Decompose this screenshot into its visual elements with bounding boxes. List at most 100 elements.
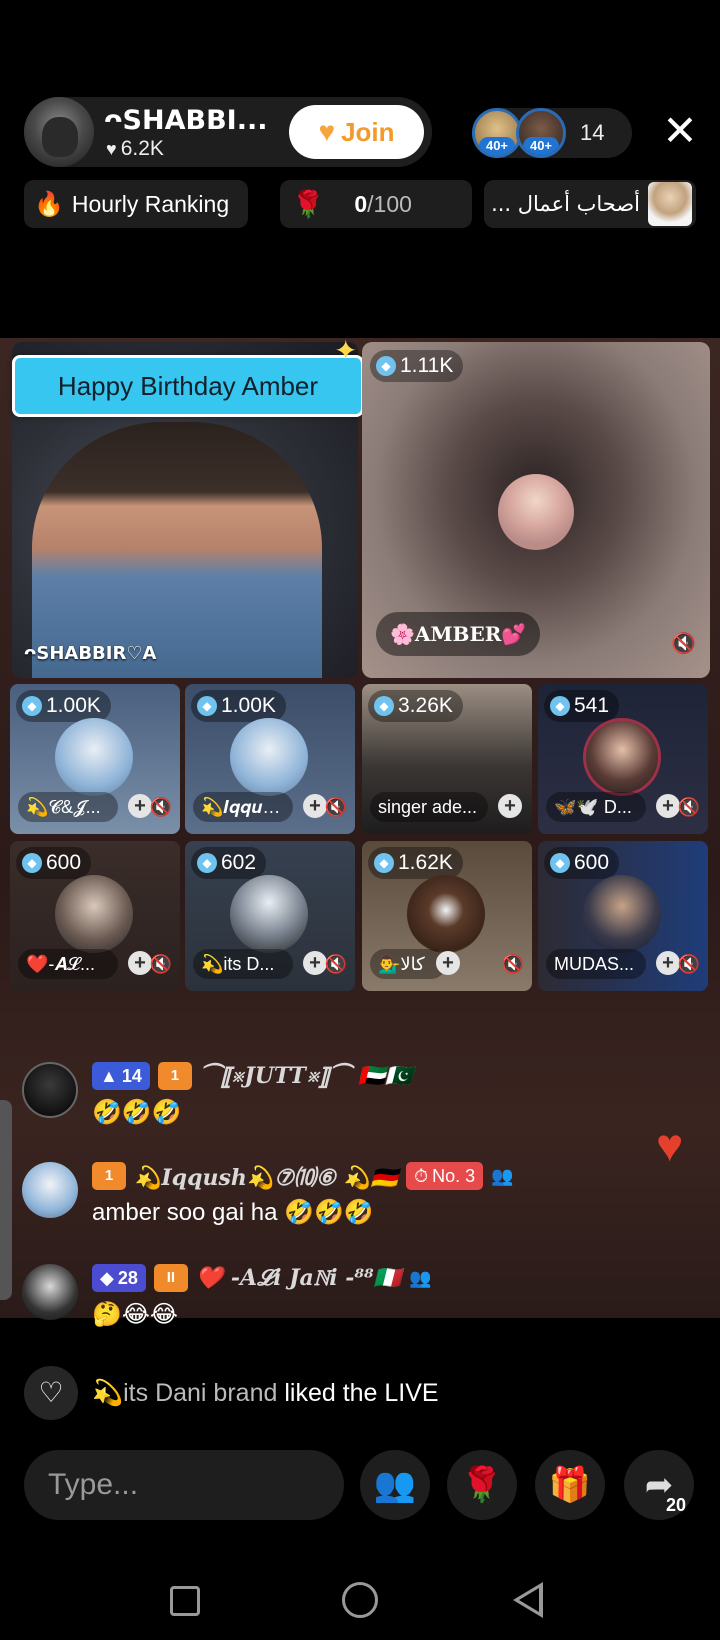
coins-value: 541 [574,694,610,717]
seat-name: MUDAS... [546,949,646,979]
chat-avatar[interactable] [22,1162,78,1218]
guest-seat[interactable]: ◆ 541 🦋🕊️ D... + 🔇 [538,684,708,834]
host-avatar[interactable] [24,97,94,167]
seat-avatar[interactable] [55,875,133,953]
seat-avatar[interactable] [583,875,661,953]
seat-name: 🦋🕊️ D... [546,792,646,822]
diamond-icon: ◆ [374,696,394,716]
guest-seat[interactable]: ◆ 600 ❤️-𝑨𝓛... + 🔇 [10,841,180,991]
mic-muted-icon: 🔇 [149,954,172,974]
hourly-ranking-chip[interactable]: 🔥 Hourly Ranking [24,180,248,228]
coins-badge: ◆ 1.11K [370,350,464,382]
coins-badge: ◆ 600 [16,847,92,879]
diamond-icon: ◆ [22,853,42,873]
chat-text: amber soo gai ha 🤣🤣🤣 [92,1199,374,1226]
viewers-pill[interactable]: 40+ 40+ 14 [472,108,632,158]
guest-seat[interactable]: ◆ 3.26K singer ade... + [362,684,532,834]
add-friend-icon[interactable]: + [128,951,152,975]
follow-user-icon[interactable]: 👥 [409,1268,431,1289]
add-friend-icon[interactable]: + [303,951,327,975]
seat-name: ❤️-𝑨𝓛... [18,949,118,979]
seat-avatar[interactable] [230,718,308,796]
chat-avatar[interactable] [22,1062,78,1118]
host-info-pill[interactable]: ᴖSHABBI... ♥ 6.2K ♥ Join [24,97,432,167]
heart-icon: ♥ [106,139,117,159]
viewer-avatar[interactable]: 40+ [472,108,522,158]
liked-notification: ♡ 💫its Dani brand liked the LIVE [24,1366,439,1420]
floating-heart-icon: ♥ [656,1119,684,1171]
coins-value: 600 [46,851,82,874]
add-friend-icon[interactable]: + [498,794,522,818]
level-badge: ◆ 28 [92,1264,146,1292]
home-icon[interactable] [342,1582,378,1618]
guests-button[interactable]: 👥 [360,1450,430,1520]
chat-message[interactable]: ◆ 28 II ❤️ -𝑨𝓛𝒊 Jaℕ𝒊 -⁸⁸🇮🇹 👥 🤔😂😂 [22,1264,680,1328]
seat-avatar[interactable] [407,875,485,953]
gift-button[interactable]: 🎁 [535,1450,605,1520]
host-video [32,422,322,678]
seat-avatar[interactable] [55,718,133,796]
join-heart-icon: ♥ [318,116,336,147]
chat-message[interactable]: 1 💫𝑰𝒒𝒒𝒖𝒔𝒉💫⑦⑽⑥ 💫🇩🇪 ⏱ No. 3 👥 amber soo gai… [22,1162,680,1232]
liked-suffix: liked the LIVE [277,1378,439,1407]
guest-seat[interactable]: ◆ 1.00K 💫𝓒&𝓙... + 🔇 [10,684,180,834]
recommended-room-chip[interactable]: ... أصحاب أعمال [484,180,696,228]
seat-avatar[interactable] [230,875,308,953]
follow-user-icon[interactable]: 👥 [491,1166,513,1187]
seat-avatar[interactable] [583,718,661,796]
rank-value: No. 3 [432,1165,476,1186]
diamond-icon: ◆ [22,696,42,716]
comment-input[interactable] [24,1450,344,1520]
guest-seat[interactable]: ◆ 600 MUDAS... + 🔇 [538,841,708,991]
chat-avatar[interactable] [22,1264,78,1320]
recents-icon[interactable] [170,1586,200,1616]
guest-name: 🌸AMBER💕 [376,612,541,656]
back-icon[interactable] [513,1582,543,1618]
host-name: ᴖSHABBI... [104,105,268,136]
coins-value: 1.00K [221,694,276,717]
rose-button[interactable]: 🌹 [447,1450,517,1520]
add-friend-icon[interactable]: + [128,794,152,818]
seat-name: singer ade... [370,792,488,822]
fire-icon: 🔥 [34,190,64,218]
seat-name: کالا💁‍♂️ [370,949,446,979]
share-button[interactable]: ➦ 20 [624,1450,694,1520]
coins-badge: ◆ 541 [544,690,620,722]
diamond-icon: ◆ [197,696,217,716]
rank-badge: ⏱ No. 3 [406,1162,484,1190]
rose-icon: 🌹 [292,188,325,219]
chat-badges: ◆ 28 II ❤️ -𝑨𝓛𝒊 Jaℕ𝒊 -⁸⁸🇮🇹 👥 [92,1264,431,1292]
rose-goal-chip[interactable]: 🌹 0/100 [280,180,472,228]
heart-outline-icon[interactable]: ♡ [24,1366,78,1420]
mic-muted-icon: 🔇 [677,954,700,974]
mic-muted-icon: 🔇 [324,797,347,817]
level-triangle-icon: ▲ [100,1065,118,1086]
system-nav-bar [0,1560,720,1640]
host-likes: ♥ 6.2K [106,137,164,161]
guest-seat[interactable]: ◆ 602 💫its D... + 🔇 [185,841,355,991]
join-button[interactable]: ♥ Join [289,105,424,159]
host-likes-count: 6.2K [120,137,164,160]
viewer-avatar[interactable]: 40+ [516,108,566,158]
guest-main-tile[interactable]: ◆ 1.11K 🌸AMBER💕 🔇 [362,342,710,678]
coins-badge: ◆ 3.26K [368,690,463,722]
add-friend-icon[interactable]: + [303,794,327,818]
coins-badge: ◆ 602 [191,847,267,879]
fan-badge: 1 [92,1162,126,1190]
guest-seat[interactable]: ◆1.00K 💫𝑰𝒒𝒒𝒖𝒔𝒉 ... + 🔇 [185,684,355,834]
gift-icon: 🎁 [548,1466,592,1504]
chat-scroll-edge[interactable] [0,1100,12,1300]
join-label: Join [341,116,395,147]
level-value: 28 [117,1267,138,1288]
add-friend-icon[interactable]: + [436,951,460,975]
guest-seat[interactable]: ◆ 1.62K کالا💁‍♂️ + 🔇 [362,841,532,991]
close-icon[interactable]: ✕ [658,106,702,156]
mic-muted-icon: 🔇 [671,633,696,655]
seat-name: 💫𝑰𝒒𝒒𝒖𝒔𝒉 ... [193,792,293,822]
coins-value: 1.00K [46,694,101,717]
add-friend-icon[interactable]: + [656,794,680,818]
chat-message[interactable]: ▲ 14 1 ⏜⟦※JUTT※⟧⏜ 🇦🇪🇵🇰 🤣🤣🤣 [22,1062,680,1132]
coins-value: 1.11K [400,354,454,377]
add-friend-icon[interactable]: + [656,951,680,975]
guest-avatar[interactable] [498,474,574,550]
